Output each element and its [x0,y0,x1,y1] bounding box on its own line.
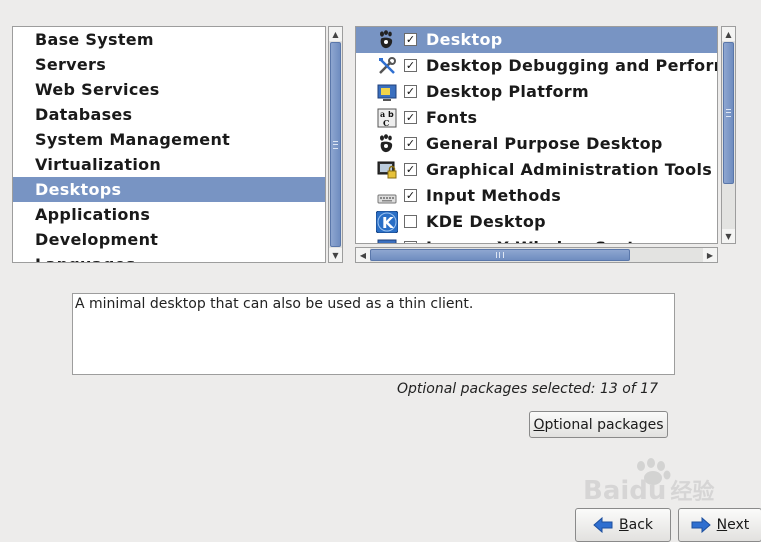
package-row[interactable]: ✓ Graphical Administration Tools [356,157,717,183]
category-label: Web Services [35,80,160,99]
monitor-lock-icon [376,159,398,181]
scroll-up-icon[interactable]: ▲ [329,27,342,41]
package-label: Fonts [426,108,478,127]
category-label: Virtualization [35,155,162,174]
mnemonic: B [619,517,629,533]
package-horizontal-scrollbar[interactable]: ◀ ▶ [355,247,718,263]
package-label: Legacy X Window System [426,235,663,243]
package-checkbox[interactable]: ✓ [404,33,417,46]
optional-packages-button[interactable]: Optional packages [529,411,668,438]
category-label: Languages [35,255,136,262]
category-item[interactable]: Web Services [13,77,325,102]
package-checkbox[interactable] [404,215,417,228]
optional-packages-status: Optional packages selected: 13 of 17 [396,381,658,397]
desktop-platform-icon [376,81,398,103]
package-row[interactable]: a b C ✓ Fonts [356,105,717,131]
package-label: KDE Desktop [426,212,546,231]
baidu-watermark: Baidu 经验 [583,458,723,508]
package-row[interactable]: ✓ Desktop [356,27,717,53]
scroll-up-icon[interactable]: ▲ [722,27,735,41]
svg-text:C: C [383,118,389,128]
scroll-left-icon[interactable]: ◀ [356,248,370,262]
package-vertical-scrollbar[interactable]: ▲ ▼ [721,26,736,244]
package-checkbox[interactable]: ✓ [404,85,417,98]
scroll-right-icon[interactable]: ▶ [703,248,717,262]
package-list[interactable]: ✓ Desktop ✓ Desktop Debugging and Perform ✓ D… [355,26,718,244]
keyboard-icon [376,185,398,207]
package-row[interactable]: ✓ Desktop Platform [356,79,717,105]
category-label: Servers [35,55,107,74]
category-list[interactable]: Base System Servers Web Services Databases S… [12,26,326,263]
scroll-down-icon[interactable]: ▼ [329,248,342,262]
category-item[interactable]: Languages [13,252,325,262]
package-checkbox[interactable]: ✓ [404,189,417,202]
package-row[interactable]: ✓ General Purpose Desktop [356,131,717,157]
package-checkbox[interactable]: ✓ [404,137,417,150]
package-row[interactable]: Legacy X Window System [356,235,717,243]
gnome-foot-icon [376,133,398,155]
package-label: Desktop [426,30,503,49]
mnemonic: O [533,416,545,433]
package-label: General Purpose Desktop [426,134,663,153]
category-scrollbar[interactable]: ▲ ▼ [328,26,343,263]
next-button[interactable]: Next [678,508,761,542]
category-label: Applications [35,205,151,224]
category-item[interactable]: Desktops [13,177,325,202]
package-label: Graphical Administration Tools [426,160,713,179]
package-hscroll-thumb[interactable] [370,249,630,261]
package-label: Input Methods [426,186,562,205]
package-label: Desktop Platform [426,82,589,101]
tools-icon [376,55,398,77]
category-item[interactable]: Servers [13,52,325,77]
category-label: System Management [35,130,231,149]
category-item[interactable]: System Management [13,127,325,152]
watermark-brand: Baidu [583,476,667,506]
package-checkbox[interactable]: ✓ [404,59,417,72]
category-label: Databases [35,105,133,124]
category-item[interactable]: Base System [13,27,325,52]
button-label: ext [727,517,750,533]
category-item[interactable]: Databases [13,102,325,127]
package-row[interactable]: K KDE Desktop [356,209,717,235]
gnome-foot-icon [376,29,398,51]
button-label: ack [628,517,653,533]
category-item[interactable]: Virtualization [13,152,325,177]
back-arrow-icon [593,517,613,533]
package-checkbox[interactable]: ✓ [404,111,417,124]
category-item[interactable]: Development [13,227,325,252]
watermark-suffix: 经验 [670,480,715,505]
button-label: ptional packages [544,416,664,433]
fonts-icon: abC [376,107,398,129]
scroll-down-icon[interactable]: ▼ [722,229,735,243]
category-scroll-thumb[interactable] [330,42,341,247]
package-scroll-thumb[interactable] [723,42,734,184]
category-item[interactable]: Applications [13,202,325,227]
back-button[interactable]: Back [575,508,671,542]
next-arrow-icon [691,517,711,533]
package-checkbox[interactable]: ✓ [404,163,417,176]
monitor-icon [376,237,398,243]
package-label: Desktop Debugging and Perform [426,56,718,75]
description-box: A minimal desktop that can also be used … [72,293,675,375]
package-checkbox[interactable] [404,241,417,243]
category-label: Base System [35,30,154,49]
package-row[interactable]: ✓ Desktop Debugging and Perform [356,53,717,79]
mnemonic: N [716,517,728,533]
category-label: Desktops [35,180,122,199]
category-label: Development [35,230,159,249]
kde-icon: K [376,211,398,233]
package-row[interactable]: ✓ Input Methods [356,183,717,209]
